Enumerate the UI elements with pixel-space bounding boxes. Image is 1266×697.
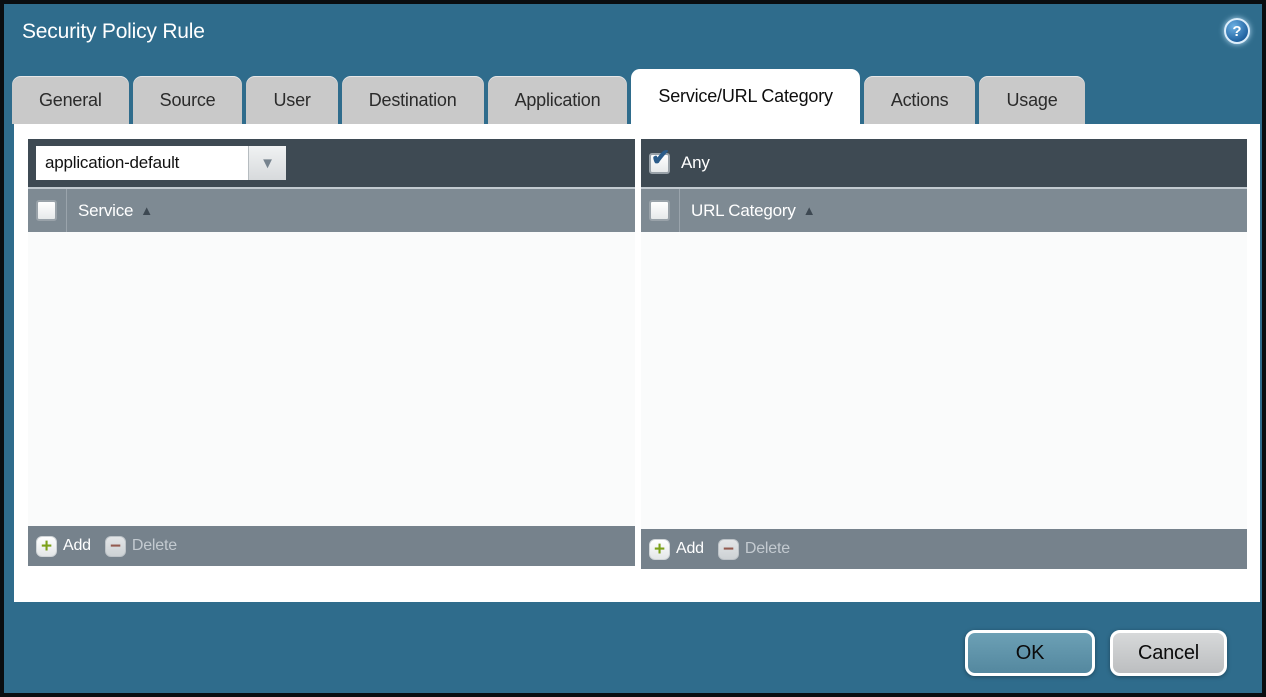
url-category-panel-footer: + Add − Delete — [641, 529, 1247, 569]
delete-button-label: Delete — [132, 537, 177, 555]
dialog-title: Security Policy Rule — [22, 20, 205, 44]
service-type-dropdown-value[interactable]: application-default — [36, 146, 248, 180]
tab-service-url-category[interactable]: Service/URL Category — [631, 69, 859, 124]
tab-bar: General Source User Destination Applicat… — [12, 69, 1254, 124]
url-category-column-label: URL Category — [680, 201, 796, 221]
service-column-header[interactable]: Service ▲ — [28, 187, 635, 232]
help-icon[interactable]: ? — [1224, 18, 1250, 44]
add-button-label: Add — [676, 540, 704, 558]
tab-general[interactable]: General — [12, 76, 129, 124]
cancel-button[interactable]: Cancel — [1110, 630, 1227, 676]
tab-usage[interactable]: Usage — [979, 76, 1084, 124]
sort-ascending-icon[interactable]: ▲ — [803, 203, 816, 218]
service-panel: application-default ▼ Service ▲ + Add − … — [28, 139, 635, 566]
any-checkbox[interactable]: ✔ — [649, 153, 670, 174]
service-column-label: Service — [67, 201, 133, 221]
tab-destination[interactable]: Destination — [342, 76, 484, 124]
tab-actions[interactable]: Actions — [864, 76, 976, 124]
url-category-panel-toolbar: ✔ Any — [641, 139, 1247, 187]
service-list — [28, 232, 635, 526]
any-checkbox-label: Any — [681, 153, 710, 173]
delete-icon: − — [105, 536, 126, 557]
ok-button[interactable]: OK — [965, 630, 1095, 676]
service-type-dropdown[interactable]: application-default ▼ — [36, 146, 286, 180]
url-category-panel: ✔ Any URL Category ▲ + Add − Delete — [641, 139, 1247, 569]
checkmark-icon: ✔ — [651, 146, 670, 169]
add-button-label: Add — [63, 537, 91, 555]
delete-button-label: Delete — [745, 540, 790, 558]
add-icon: + — [36, 536, 57, 557]
url-category-add-button[interactable]: + Add — [649, 539, 704, 560]
tab-user[interactable]: User — [246, 76, 337, 124]
security-policy-rule-dialog: Security Policy Rule ? General Source Us… — [0, 0, 1266, 697]
tab-application[interactable]: Application — [488, 76, 628, 124]
tab-source[interactable]: Source — [133, 76, 243, 124]
tab-content-area: application-default ▼ Service ▲ + Add − … — [14, 124, 1260, 602]
service-delete-button[interactable]: − Delete — [105, 536, 177, 557]
url-category-select-all-checkbox[interactable] — [649, 200, 670, 221]
service-add-button[interactable]: + Add — [36, 536, 91, 557]
delete-icon: − — [718, 539, 739, 560]
sort-ascending-icon[interactable]: ▲ — [140, 203, 153, 218]
service-panel-footer: + Add − Delete — [28, 526, 635, 566]
url-category-column-header[interactable]: URL Category ▲ — [641, 187, 1247, 232]
service-select-all-checkbox[interactable] — [36, 200, 57, 221]
url-category-delete-button[interactable]: − Delete — [718, 539, 790, 560]
service-panel-toolbar: application-default ▼ — [28, 139, 635, 187]
chevron-down-icon[interactable]: ▼ — [248, 146, 286, 180]
url-category-list — [641, 232, 1247, 529]
add-icon: + — [649, 539, 670, 560]
